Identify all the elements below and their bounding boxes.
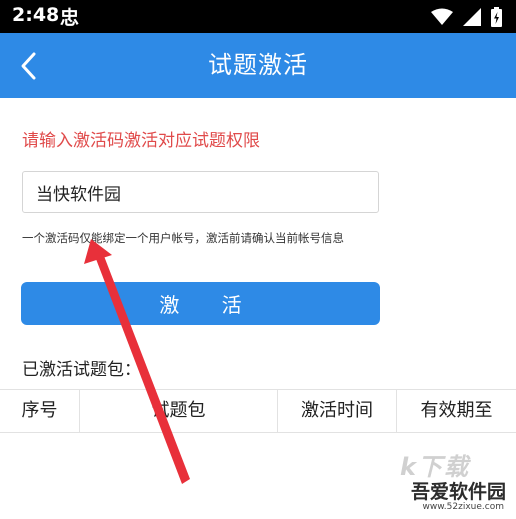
site-watermark: k下载 吾爱软件园 www.52zixue.com — [380, 447, 510, 517]
activated-table-header: 序号 试题包 激活时间 有效期至 — [0, 389, 516, 433]
watermark-brand: 吾爱软件园 — [410, 481, 506, 503]
app-bar: 试题激活 — [0, 33, 516, 98]
signal-icon — [463, 8, 481, 26]
battery-charging-icon — [491, 7, 502, 27]
binding-note: 一个激活码仅能绑定一个用户帐号，激活前请确认当前帐号信息 — [22, 231, 344, 245]
watermark-url: www.52zixue.com — [422, 502, 504, 512]
activate-button[interactable]: 激 活 — [21, 282, 380, 325]
activation-code-input[interactable] — [22, 171, 379, 213]
status-icons — [431, 7, 502, 27]
status-bar: 2:48 忠 — [0, 0, 516, 33]
carrier-notification-icon: 忠 — [60, 7, 80, 29]
column-header-index: 序号 — [0, 390, 80, 432]
wifi-icon — [431, 8, 453, 25]
column-header-expiry: 有效期至 — [420, 400, 493, 421]
page-title: 试题激活 — [208, 51, 308, 79]
column-header-activation-time: 激活时间 — [278, 390, 397, 432]
status-time: 2:48 — [12, 4, 60, 26]
activation-prompt: 请输入激活码激活对应试题权限 — [22, 131, 260, 151]
column-header-package: 试题包 — [80, 390, 278, 432]
activated-section-label: 已激活试题包： — [22, 360, 141, 380]
